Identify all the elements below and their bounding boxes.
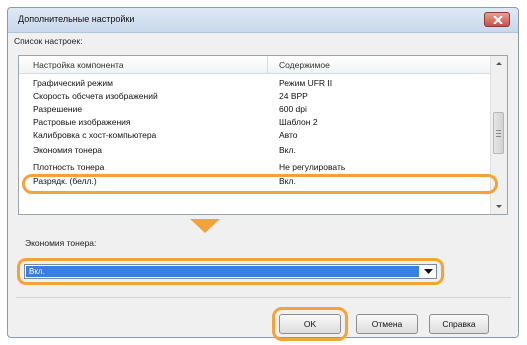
pointer-triangle-icon [190,219,220,233]
list-item-name: Экономия тонера [33,145,103,155]
list-item-value: Авто [279,130,298,140]
list-item[interactable]: Скорость обсчета изображений 24 BPP [19,90,493,103]
cancel-button[interactable]: Отмена [356,314,418,334]
close-icon [493,16,503,24]
list-header: Настройка компонента Содержимое [19,56,493,74]
list-item-name: Разрешение [33,104,83,114]
list-item[interactable]: Плотность тонера Не регулировать [19,161,493,174]
list-item-name: Плотность тонера [33,162,105,172]
title-bar: Дополнительные настройки [8,8,518,33]
chevron-up-icon [496,62,502,65]
list-item-name: Растровые изображения [33,117,131,127]
list-item[interactable]: Разрешение 600 dpi [19,103,493,116]
list-item[interactable]: Графический режим Режим UFR II [19,77,493,90]
toner-saving-label: Экономия тонера: [25,238,97,248]
selected-row-highlight [22,174,498,194]
list-item-value: Не регулировать [279,162,346,172]
list-item-value: Шаблон 2 [279,117,318,127]
list-item[interactable]: Растровые изображения Шаблон 2 [19,116,493,129]
scroll-up-button[interactable] [491,56,507,72]
list-item-value: 600 dpi [279,104,307,114]
list-item-name: Графический режим [33,78,113,88]
list-item-selected[interactable]: Экономия тонера Вкл. [19,144,493,157]
list-item-value: Режим UFR II [279,78,333,88]
help-button[interactable]: Справка [429,314,489,334]
list-item[interactable]: Калибровка с хост-компьютера Авто [19,129,493,142]
list-item-value: 24 BPP [279,91,308,101]
settings-list-label: Список настроек: [14,36,83,46]
dialog-title: Дополнительные настройки [18,14,135,24]
button-divider [16,297,511,298]
list-item-name: Скорость обсчета изображений [33,91,158,101]
toner-saving-select[interactable]: Вкл. [24,264,437,279]
column-header-content[interactable]: Содержимое [279,60,330,70]
column-header-component[interactable]: Настройка компонента [33,60,124,70]
toner-select-highlight: Вкл. [17,258,444,285]
list-item-value: Вкл. [279,145,296,155]
scroll-down-button[interactable] [491,198,507,214]
scroll-thumb[interactable] [493,112,504,154]
chevron-down-icon[interactable] [424,269,433,275]
toner-select-value: Вкл. [26,266,419,277]
ok-button[interactable]: OK [279,314,341,334]
list-item-name: Калибровка с хост-компьютера [33,130,157,140]
close-button[interactable] [484,12,510,27]
chevron-down-icon [496,205,502,208]
